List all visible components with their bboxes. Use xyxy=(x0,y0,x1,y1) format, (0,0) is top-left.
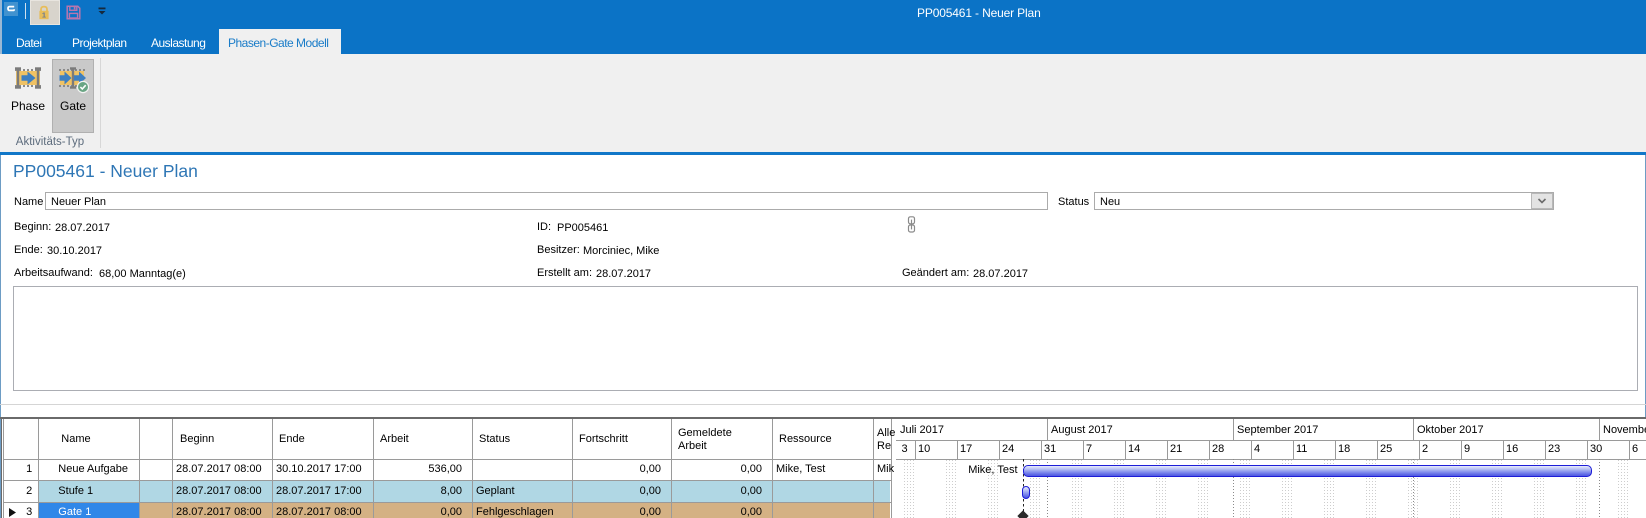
svg-text:1: 1 xyxy=(42,11,46,20)
